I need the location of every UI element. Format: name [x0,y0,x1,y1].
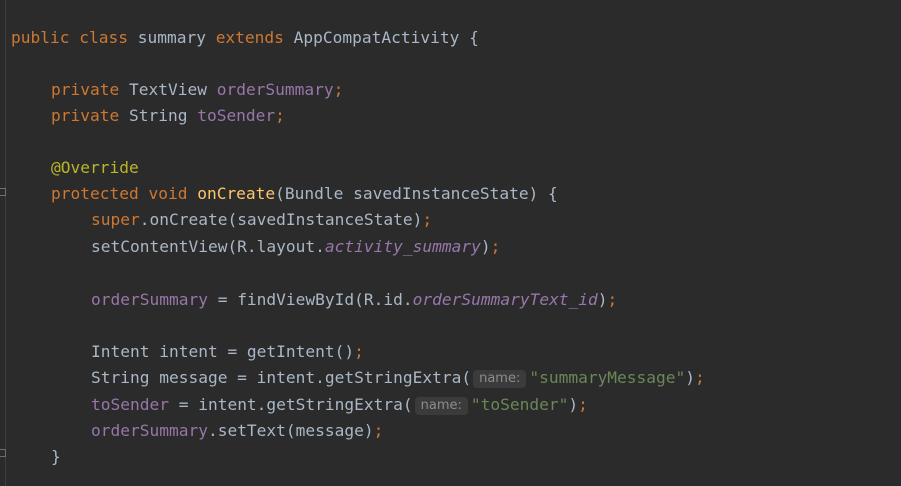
keyword: public [11,28,70,47]
parameter-hint: name: [414,397,468,415]
code-line-11[interactable]: orderSummary = findViewById(R.id.orderSu… [91,289,617,311]
paren: ) [568,395,579,414]
field-name: orderSummary [91,421,208,440]
keyword: extends [215,28,284,47]
semicolon: ; [422,210,433,229]
code-line-16[interactable]: orderSummary.setText(message); [91,420,383,442]
closing-brace: } [51,447,61,466]
semicolon: ; [578,395,588,414]
semicolon: ; [333,80,344,99]
code-line-17[interactable]: } [51,446,61,468]
paren: ) [685,368,696,387]
method-call: .onCreate(savedInstanceState) [139,210,423,229]
keyword: class [79,28,128,47]
code-line-13[interactable]: Intent intent = getIntent(); [91,341,364,363]
string-literal: "toSender" [470,395,569,414]
field-name: toSender [91,395,169,414]
code-line-6[interactable]: @Override [51,157,139,179]
keyword: super [91,210,140,229]
static-constant: activity_summary [324,237,481,256]
code-line-8[interactable]: super.onCreate(savedInstanceState); [91,209,432,231]
semicolon: ; [275,106,285,125]
field-name: orderSummary [216,80,334,99]
code-line-7[interactable]: protected void onCreate(Bundle savedInst… [51,183,558,205]
paren: ) [480,237,491,256]
statement: String message = intent.getStringExtra( [91,368,472,387]
code-line-14[interactable]: String message = intent.getStringExtra(n… [91,367,705,389]
fold-marker-icon[interactable] [0,449,6,457]
parameter-hint: name: [473,370,527,388]
field-name: orderSummary [91,290,208,309]
statement: = intent.getStringExtra( [168,395,413,414]
type-name: String [119,106,198,125]
static-constant: orderSummaryText_id [412,290,598,309]
keyword: protected [51,184,139,203]
keyword: void [148,184,188,203]
parameters: (Bundle savedInstanceState) { [275,184,558,203]
assignment: = findViewById(R.id. [207,290,413,309]
type-name: TextView [119,80,217,99]
semicolon: ; [373,421,384,440]
semicolon: ; [354,342,364,361]
code-line-9[interactable]: setContentView(R.layout.activity_summary… [91,236,500,258]
gutter-divider [5,0,6,486]
code-line-3[interactable]: private TextView orderSummary; [51,79,343,101]
semicolon: ; [607,290,618,309]
statement: .setText(message) [207,421,374,440]
keyword: private [51,80,120,99]
code-line-15[interactable]: toSender = intent.getStringExtra(name: "t… [91,394,588,416]
superclass-name: AppCompatActivity { [283,28,479,47]
keyword: private [51,106,120,125]
semicolon: ; [695,368,705,387]
semicolon: ; [490,237,501,256]
statement: Intent intent = getIntent() [91,342,355,361]
code-line-1[interactable]: public class summary extends AppCompatAc… [11,27,479,49]
annotation: @Override [51,158,139,177]
string-literal: "summaryMessage" [529,368,686,387]
code-editor[interactable]: public class summary extends AppCompatAc… [0,0,901,486]
field-name: toSender [197,106,276,125]
method-call: setContentView(R.layout. [91,237,325,256]
class-name: summary [127,28,216,47]
paren: ) [597,290,608,309]
method-name: onCreate [197,184,276,203]
fold-marker-icon[interactable] [0,188,6,196]
code-line-4[interactable]: private String toSender; [51,105,285,127]
